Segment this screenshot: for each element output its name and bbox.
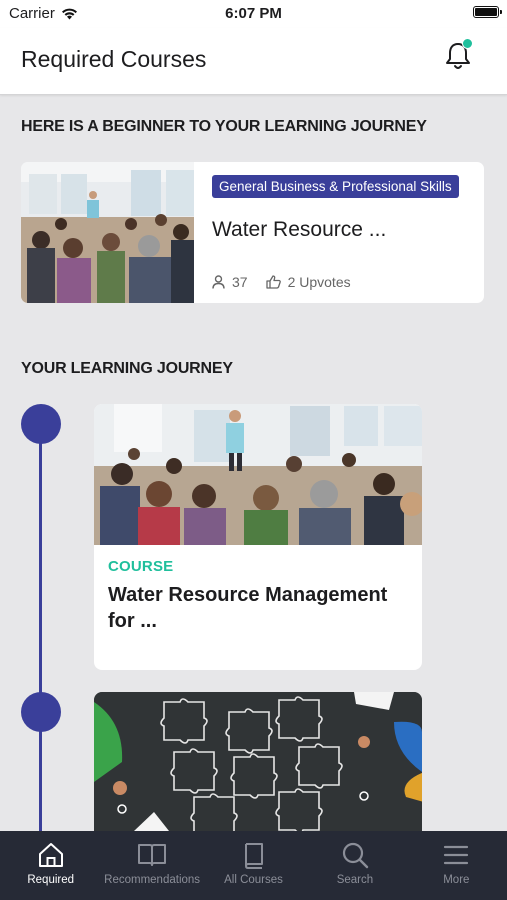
search-icon xyxy=(342,842,369,869)
featured-course-title: Water Resource ... xyxy=(212,218,387,241)
tab-label: Required xyxy=(27,874,75,886)
course-title: Water Resource Management for ... xyxy=(108,584,388,632)
tab-recommendations[interactable]: Recommendations xyxy=(101,831,202,900)
battery-icon xyxy=(473,6,502,18)
journey-course-card[interactable]: COURSE Water Resource Management for ... xyxy=(94,404,422,670)
thumbs-up-icon[interactable] xyxy=(265,275,281,289)
journey-section-title: YOUR LEARNING JOURNEY xyxy=(21,360,233,377)
upvote-count: 2 Upvotes xyxy=(287,274,351,290)
page-title: Required Courses xyxy=(21,46,207,72)
course-meta: 37 2 Upvotes xyxy=(212,274,351,290)
classroom-image xyxy=(21,162,194,303)
journey-course-card[interactable] xyxy=(94,692,422,831)
featured-section-title: HERE IS A BEGINNER TO YOUR LEARNING JOUR… xyxy=(21,118,427,135)
menu-icon xyxy=(444,845,469,865)
tab-search[interactable]: Search xyxy=(304,831,405,900)
status-time: 6:07 PM xyxy=(225,5,282,22)
tab-more[interactable]: More xyxy=(406,831,507,900)
tab-all-courses[interactable]: All Courses xyxy=(203,831,304,900)
puzzle-image xyxy=(94,692,422,831)
tab-label: Search xyxy=(336,874,374,886)
notification-badge xyxy=(462,38,473,49)
app-header: Required Courses xyxy=(0,28,507,95)
timeline-dot xyxy=(21,404,61,444)
book-icon xyxy=(244,843,263,869)
course-type-label: COURSE xyxy=(108,558,174,575)
tab-label: Recommendations xyxy=(104,874,201,886)
classroom-image xyxy=(94,404,422,545)
timeline-line xyxy=(39,424,42,844)
tab-bar: Required Recommendations All Courses Sea… xyxy=(0,831,507,900)
home-icon xyxy=(38,843,63,867)
learner-count: 37 xyxy=(232,274,248,290)
featured-course-card[interactable]: General Business & Professional Skills W… xyxy=(21,162,484,303)
tab-label: All Courses xyxy=(224,874,283,886)
category-tag: General Business & Professional Skills xyxy=(212,175,459,198)
tab-required[interactable]: Required xyxy=(0,831,101,900)
status-bar: Carrier 6:07 PM xyxy=(0,0,507,28)
tab-label: More xyxy=(443,874,470,886)
person-icon xyxy=(212,275,225,289)
timeline-dot xyxy=(21,692,61,732)
book-open-icon xyxy=(138,844,167,866)
